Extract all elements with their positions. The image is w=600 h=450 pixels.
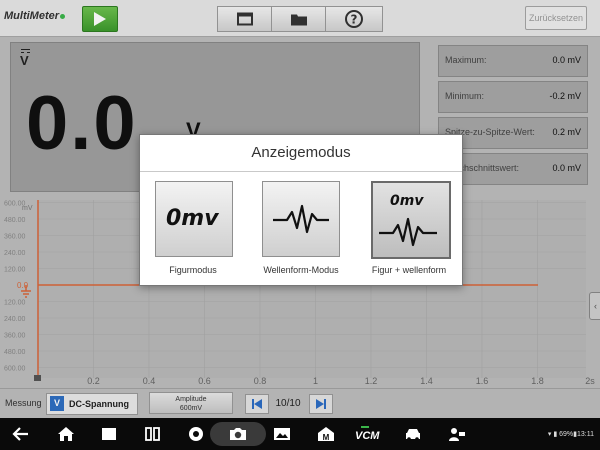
status-bar-text: ▾ ▮ 69%▮13:11 [547, 431, 594, 438]
back-icon[interactable] [12, 426, 30, 442]
multimeter-app: MultiMeter ? Zurücksetzen V 0.0 V Maximu… [0, 0, 600, 419]
waveform-icon [379, 217, 437, 247]
figure-and-waveform-option[interactable]: 0mv [371, 181, 451, 259]
display-mode-dialog: Anzeigemodus 0mv 0mv Figurmodus Wellenfo… [139, 134, 463, 286]
camera-icon [230, 428, 246, 440]
home-icon[interactable] [57, 426, 75, 442]
split-screen-icon[interactable] [144, 426, 162, 442]
svg-text:VCM: VCM [355, 430, 380, 442]
dialog-divider [140, 171, 462, 172]
value-display-icon: 0mv [166, 206, 219, 231]
browser-icon[interactable] [187, 426, 205, 442]
gallery-icon[interactable] [273, 426, 291, 442]
maxifix-icon[interactable]: M [317, 426, 335, 442]
android-nav-bar: M VCM ▾ ▮ 69%▮13:11 [0, 418, 600, 450]
recent-apps-icon[interactable] [100, 426, 118, 442]
figure-and-waveform-label: Figur + wellenform [371, 265, 447, 275]
waveform-icon [273, 204, 329, 234]
svg-text:M: M [323, 433, 330, 442]
remote-expert-icon[interactable] [448, 426, 466, 442]
vci-icon[interactable]: VCM [355, 426, 383, 442]
waveform-mode-option[interactable] [262, 181, 340, 257]
dialog-title: Anzeigemodus [251, 144, 351, 161]
figure-mode-label: Figurmodus [169, 265, 217, 275]
vehicle-icon[interactable] [404, 426, 422, 442]
waveform-mode-label: Wellenform-Modus [263, 265, 339, 275]
figure-mode-option[interactable]: 0mv [155, 181, 233, 257]
